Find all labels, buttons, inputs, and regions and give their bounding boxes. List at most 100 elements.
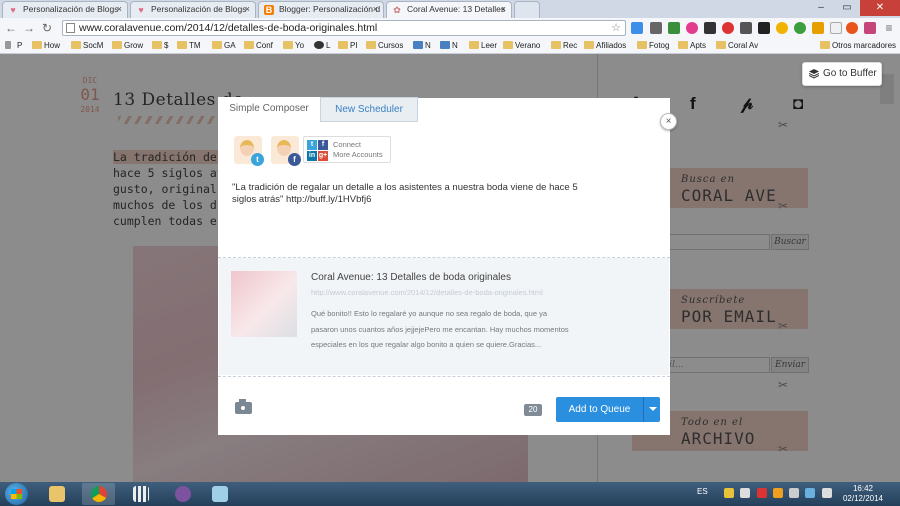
folder-icon xyxy=(32,41,42,49)
bookmark-item[interactable]: SocM xyxy=(71,40,103,51)
close-tab-icon[interactable]: × xyxy=(245,2,250,17)
folder-icon xyxy=(820,41,830,49)
extension-icon[interactable] xyxy=(776,22,788,34)
bookmark-item[interactable]: PI xyxy=(338,40,358,51)
address-bar[interactable]: www.coralavenue.com/2014/12/detalles-de-… xyxy=(62,20,626,36)
tab-title: Coral Avenue: 13 Detalles xyxy=(407,4,506,14)
bookmark-item[interactable]: Verano xyxy=(503,40,540,51)
bookmark-star-icon[interactable]: ☆ xyxy=(611,21,621,35)
extension-icon[interactable] xyxy=(650,22,662,34)
system-clock[interactable]: 16:42 02/12/2014 xyxy=(838,484,888,504)
bookmark-item[interactable]: Rec xyxy=(551,40,577,51)
tray-icon[interactable] xyxy=(805,488,815,498)
taskbar-apps[interactable] xyxy=(124,483,157,505)
bookmark-item[interactable]: Leer xyxy=(469,40,497,51)
bookmark-item[interactable]: Afiliados xyxy=(584,40,626,51)
bookmark-item[interactable]: TM xyxy=(177,40,201,51)
bookmark-item[interactable]: Fotog xyxy=(637,40,669,51)
start-button[interactable] xyxy=(5,483,28,505)
browser-toolbar: ← → ↻ www.coralavenue.com/2014/12/detall… xyxy=(0,18,900,38)
tray-icon[interactable] xyxy=(773,488,783,498)
linkedin-icon: in xyxy=(307,151,317,161)
twitter-icon: t xyxy=(307,140,317,150)
attachment-description[interactable]: Qué bonito!! Esto lo regalaré yo aunque … xyxy=(311,306,571,353)
close-tab-icon[interactable]: × xyxy=(373,2,378,17)
bookmark-item[interactable]: L xyxy=(314,40,330,51)
viber-icon xyxy=(175,486,191,502)
bookmark-item[interactable]: $ xyxy=(152,40,168,51)
bookmark-item[interactable]: P xyxy=(5,40,22,51)
new-tab-button[interactable] xyxy=(514,1,540,18)
volume-icon[interactable] xyxy=(822,488,832,498)
camera-icon[interactable] xyxy=(235,399,252,414)
close-dialog-button[interactable]: × xyxy=(660,113,677,130)
facebook-profile-avatar[interactable]: f xyxy=(271,136,301,166)
extension-icon[interactable] xyxy=(740,22,752,34)
minimize-icon[interactable]: – xyxy=(808,0,834,16)
close-tab-icon[interactable]: × xyxy=(117,2,122,17)
extension-icon[interactable] xyxy=(722,22,734,34)
browser-tab[interactable]: B Blogger: Personalización d × xyxy=(258,1,384,18)
bookmark-item[interactable]: How xyxy=(32,40,60,51)
bookmark-item[interactable]: GA xyxy=(212,40,236,51)
tray-icon[interactable] xyxy=(789,488,799,498)
bookmark-icon xyxy=(440,41,450,49)
taskbar-viber[interactable] xyxy=(166,483,199,505)
maximize-icon[interactable]: ▭ xyxy=(834,0,860,16)
language-indicator[interactable]: ES xyxy=(697,487,708,496)
twitter-profile-avatar[interactable]: t xyxy=(234,136,264,166)
attachment-url: http://www.coralavenue.com/2014/12/detal… xyxy=(311,288,543,297)
browser-tab[interactable]: ♥ Personalización de Blogs × xyxy=(2,1,128,18)
taskbar-app[interactable] xyxy=(203,483,236,505)
bookmark-item[interactable]: Conf xyxy=(244,40,273,51)
folder-icon xyxy=(678,41,688,49)
reload-icon[interactable]: ↻ xyxy=(40,20,54,36)
folder-icon xyxy=(503,41,513,49)
go-to-buffer-button[interactable]: Go to Buffer xyxy=(802,62,882,86)
tray-icon[interactable] xyxy=(757,488,767,498)
extension-icon[interactable] xyxy=(631,22,643,34)
coral-avenue-icon: ✿ xyxy=(393,5,401,15)
chevron-down-icon xyxy=(649,407,657,411)
extension-icon[interactable] xyxy=(812,22,824,34)
browser-tab[interactable]: ♥ Personalización de Blogs × xyxy=(130,1,256,18)
folder-icon xyxy=(338,41,348,49)
bookmark-item[interactable]: Coral Av xyxy=(716,40,758,51)
extension-icon[interactable] xyxy=(830,22,842,34)
extension-icon[interactable] xyxy=(668,22,680,34)
forward-icon[interactable]: → xyxy=(22,20,36,36)
extension-icon[interactable] xyxy=(704,22,716,34)
bookmark-item[interactable]: Yo xyxy=(283,40,304,51)
bookmark-item[interactable]: Grow xyxy=(112,40,143,51)
attachment-title[interactable]: Coral Avenue: 13 Detalles de boda origin… xyxy=(311,272,511,283)
window-close-icon[interactable]: ✕ xyxy=(860,0,900,16)
attachment-thumbnail[interactable] xyxy=(231,271,297,337)
taskbar-chrome[interactable] xyxy=(82,483,115,505)
tab-new-scheduler[interactable]: New Scheduler xyxy=(320,97,418,122)
extension-icon[interactable] xyxy=(846,22,858,34)
other-bookmarks[interactable]: Otros marcadores xyxy=(820,40,896,51)
taskbar-explorer[interactable] xyxy=(40,483,73,505)
extension-icon[interactable] xyxy=(794,22,806,34)
back-icon[interactable]: ← xyxy=(4,20,18,36)
folder-icon xyxy=(177,41,187,49)
bookmark-item[interactable]: N xyxy=(440,40,458,51)
extension-icon[interactable] xyxy=(864,22,876,34)
bookmark-item[interactable]: N xyxy=(413,40,431,51)
tray-icon[interactable] xyxy=(740,488,750,498)
message-textarea[interactable]: "La tradición de regalar un detalle a lo… xyxy=(232,182,582,206)
windows-taskbar: ES 16:42 02/12/2014 xyxy=(0,482,900,506)
tab-simple-composer[interactable]: Simple Composer xyxy=(218,97,320,122)
bookmark-item[interactable]: Apts xyxy=(678,40,706,51)
queue-options-dropdown[interactable] xyxy=(643,397,660,422)
tray-icon[interactable] xyxy=(724,488,734,498)
bookmarks-bar: P How SocM Grow $ TM GA Conf Yo L PI Cur… xyxy=(0,38,900,54)
menu-icon[interactable]: ≡ xyxy=(882,20,896,36)
bookmark-item[interactable]: Cursos xyxy=(366,40,403,51)
close-tab-icon[interactable]: × xyxy=(501,2,506,17)
browser-tab-active[interactable]: ✿ Coral Avenue: 13 Detalles × xyxy=(386,1,512,18)
folder-icon xyxy=(551,41,561,49)
buffer-extension-icon[interactable] xyxy=(758,22,770,34)
extension-icon[interactable] xyxy=(686,22,698,34)
add-to-queue-button[interactable]: Add to Queue xyxy=(556,397,643,422)
